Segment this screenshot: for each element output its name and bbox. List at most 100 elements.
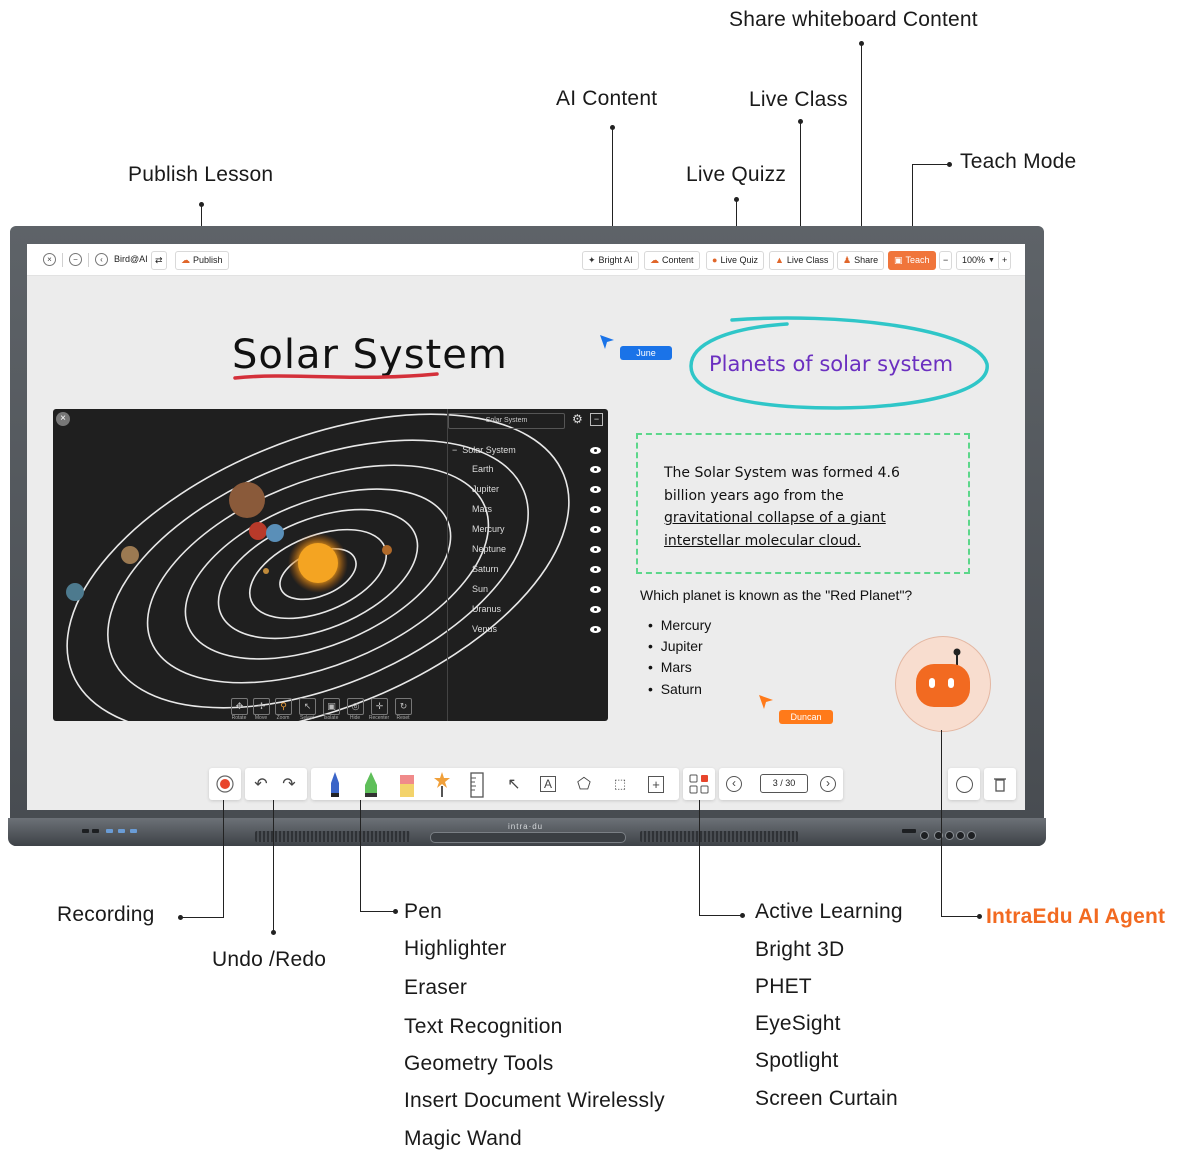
trash-icon[interactable]: [989, 773, 1011, 795]
quiz-option[interactable]: • Mars: [648, 659, 692, 675]
planet-list-item[interactable]: Neptune: [472, 544, 506, 554]
move-icon[interactable]: ✢: [253, 698, 270, 715]
callout-live-quizz: Live Quizz: [686, 163, 787, 186]
zoom-icon[interactable]: ⚲: [275, 698, 292, 715]
close-icon[interactable]: ×: [43, 253, 56, 266]
callout-line: [912, 164, 949, 165]
callout-eraser: Eraser: [404, 976, 468, 999]
eye-icon[interactable]: [590, 586, 601, 593]
hardware-button[interactable]: [967, 831, 976, 840]
planet-list-item[interactable]: Uranus: [472, 604, 501, 614]
control-label: Reset: [396, 715, 410, 721]
cloud-icon: ☁: [650, 255, 659, 265]
speaker-grille: [640, 831, 798, 842]
publish-button[interactable]: ☁ Publish: [175, 251, 229, 270]
page-indicator[interactable]: 3 / 30: [760, 774, 808, 793]
live-class-button[interactable]: ▲ Live Class: [769, 251, 835, 270]
redo-icon[interactable]: ↷: [278, 773, 300, 795]
gear-icon[interactable]: ⚙: [572, 412, 583, 426]
select-pointer-icon[interactable]: ↖: [503, 773, 525, 795]
cursor-arrow-icon: [600, 335, 614, 349]
shapes-icon[interactable]: ⬠: [573, 773, 595, 795]
bird-ai-label[interactable]: Bird@AI: [114, 254, 148, 264]
planet-list-item[interactable]: Venus: [472, 624, 497, 634]
content-button[interactable]: ☁ Content: [644, 251, 700, 270]
active-learning-toolbar: [683, 768, 715, 800]
fact-note-box[interactable]: The Solar System was formed 4.6 billion …: [636, 433, 970, 574]
prev-page-icon[interactable]: ‹: [723, 773, 745, 795]
record-button[interactable]: [214, 773, 236, 795]
eye-icon[interactable]: [590, 526, 601, 533]
callout-dot: [740, 913, 745, 918]
callout-dot: [271, 930, 276, 935]
hardware-button[interactable]: [945, 831, 954, 840]
add-icon[interactable]: +: [645, 773, 667, 795]
planet-list-item[interactable]: Mars: [472, 504, 492, 514]
undo-icon[interactable]: ↶: [250, 773, 272, 795]
planets-note[interactable]: Planets of solar system: [709, 352, 953, 376]
circle-tool-icon[interactable]: [953, 773, 975, 795]
reset-icon[interactable]: ↻: [395, 698, 412, 715]
ai-agent-button[interactable]: [895, 636, 991, 732]
hardware-button[interactable]: [920, 831, 929, 840]
callout-line: [360, 800, 361, 912]
planet-list-root-label: Solar System: [462, 445, 516, 455]
planet-list-item[interactable]: Saturn: [472, 564, 499, 574]
planet-list-root[interactable]: − Solar System: [452, 445, 516, 455]
quiz-option[interactable]: • Mercury: [648, 617, 711, 633]
usb-port: [106, 829, 113, 833]
magic-wand-icon[interactable]: [431, 770, 453, 798]
collapse-panel-icon[interactable]: −: [590, 413, 603, 426]
next-page-icon[interactable]: ›: [817, 773, 839, 795]
planet-list-item[interactable]: Sun: [472, 584, 488, 594]
teach-button[interactable]: ▣ Teach: [888, 251, 936, 270]
pen-icon[interactable]: [325, 771, 345, 799]
shape-toolbar: [948, 768, 980, 800]
close-widget-icon[interactable]: ×: [56, 412, 70, 426]
zoom-select[interactable]: 100% ▼: [956, 251, 1001, 270]
eraser-icon[interactable]: [397, 771, 417, 799]
eye-icon[interactable]: [590, 546, 601, 553]
eye-icon[interactable]: [590, 606, 601, 613]
minimize-icon[interactable]: −: [69, 253, 82, 266]
planet-list-item[interactable]: Mercury: [472, 524, 505, 534]
eye-icon[interactable]: [590, 506, 601, 513]
hardware-button[interactable]: [956, 831, 965, 840]
control-label: Move: [254, 715, 268, 721]
eye-icon[interactable]: [590, 626, 601, 633]
recenter-icon[interactable]: ✛: [371, 698, 388, 715]
hide-icon[interactable]: ◎: [347, 698, 364, 715]
ruler-icon[interactable]: [466, 771, 488, 799]
quiz-option[interactable]: • Saturn: [648, 681, 702, 697]
settings-sliders-button[interactable]: ⇄: [151, 251, 167, 270]
highlighter-icon[interactable]: [359, 771, 383, 799]
callout-line: [273, 800, 274, 932]
top-toolbar: × − ‹ Bird@AI ⇄ ☁ Publish ✦ Bright AI ☁ Con…: [27, 244, 1025, 276]
port: [82, 829, 89, 833]
planet-list-item[interactable]: Jupiter: [472, 484, 499, 494]
cursor-arrow-icon: [759, 695, 773, 709]
zoom-in-button[interactable]: +: [998, 251, 1012, 270]
callout-live-class: Live Class: [749, 88, 848, 111]
apps-grid-icon[interactable]: [689, 774, 709, 794]
whiteboard-screen[interactable]: × − ‹ Bird@AI ⇄ ☁ Publish ✦ Bright AI ☁ Con…: [27, 244, 1025, 810]
bright-ai-button[interactable]: ✦ Bright AI: [582, 251, 639, 270]
chevron-down-icon: ▼: [988, 257, 995, 264]
live-quiz-button[interactable]: ● Live Quiz: [706, 251, 764, 270]
quiz-option[interactable]: • Jupiter: [648, 638, 703, 654]
planet-list-item[interactable]: Earth: [472, 464, 494, 474]
zoom-out-button[interactable]: −: [939, 251, 953, 270]
eye-icon[interactable]: [590, 447, 601, 454]
share-button[interactable]: ♟ Share: [837, 251, 885, 270]
back-icon[interactable]: ‹: [95, 253, 108, 266]
rotate-icon[interactable]: ✥: [231, 698, 248, 715]
eye-icon[interactable]: [590, 466, 601, 473]
isolate-icon[interactable]: ▣: [323, 698, 340, 715]
eye-icon[interactable]: [590, 566, 601, 573]
select-icon[interactable]: ↖: [299, 698, 316, 715]
eye-icon[interactable]: [590, 486, 601, 493]
solar-system-3d-widget[interactable]: × Solar System ⚙ − − Solar System Earth …: [53, 409, 608, 721]
text-recognition-icon[interactable]: A: [537, 773, 559, 795]
insert-image-icon[interactable]: ⬚: [609, 773, 631, 795]
sparkle-icon: ✦: [588, 255, 596, 265]
